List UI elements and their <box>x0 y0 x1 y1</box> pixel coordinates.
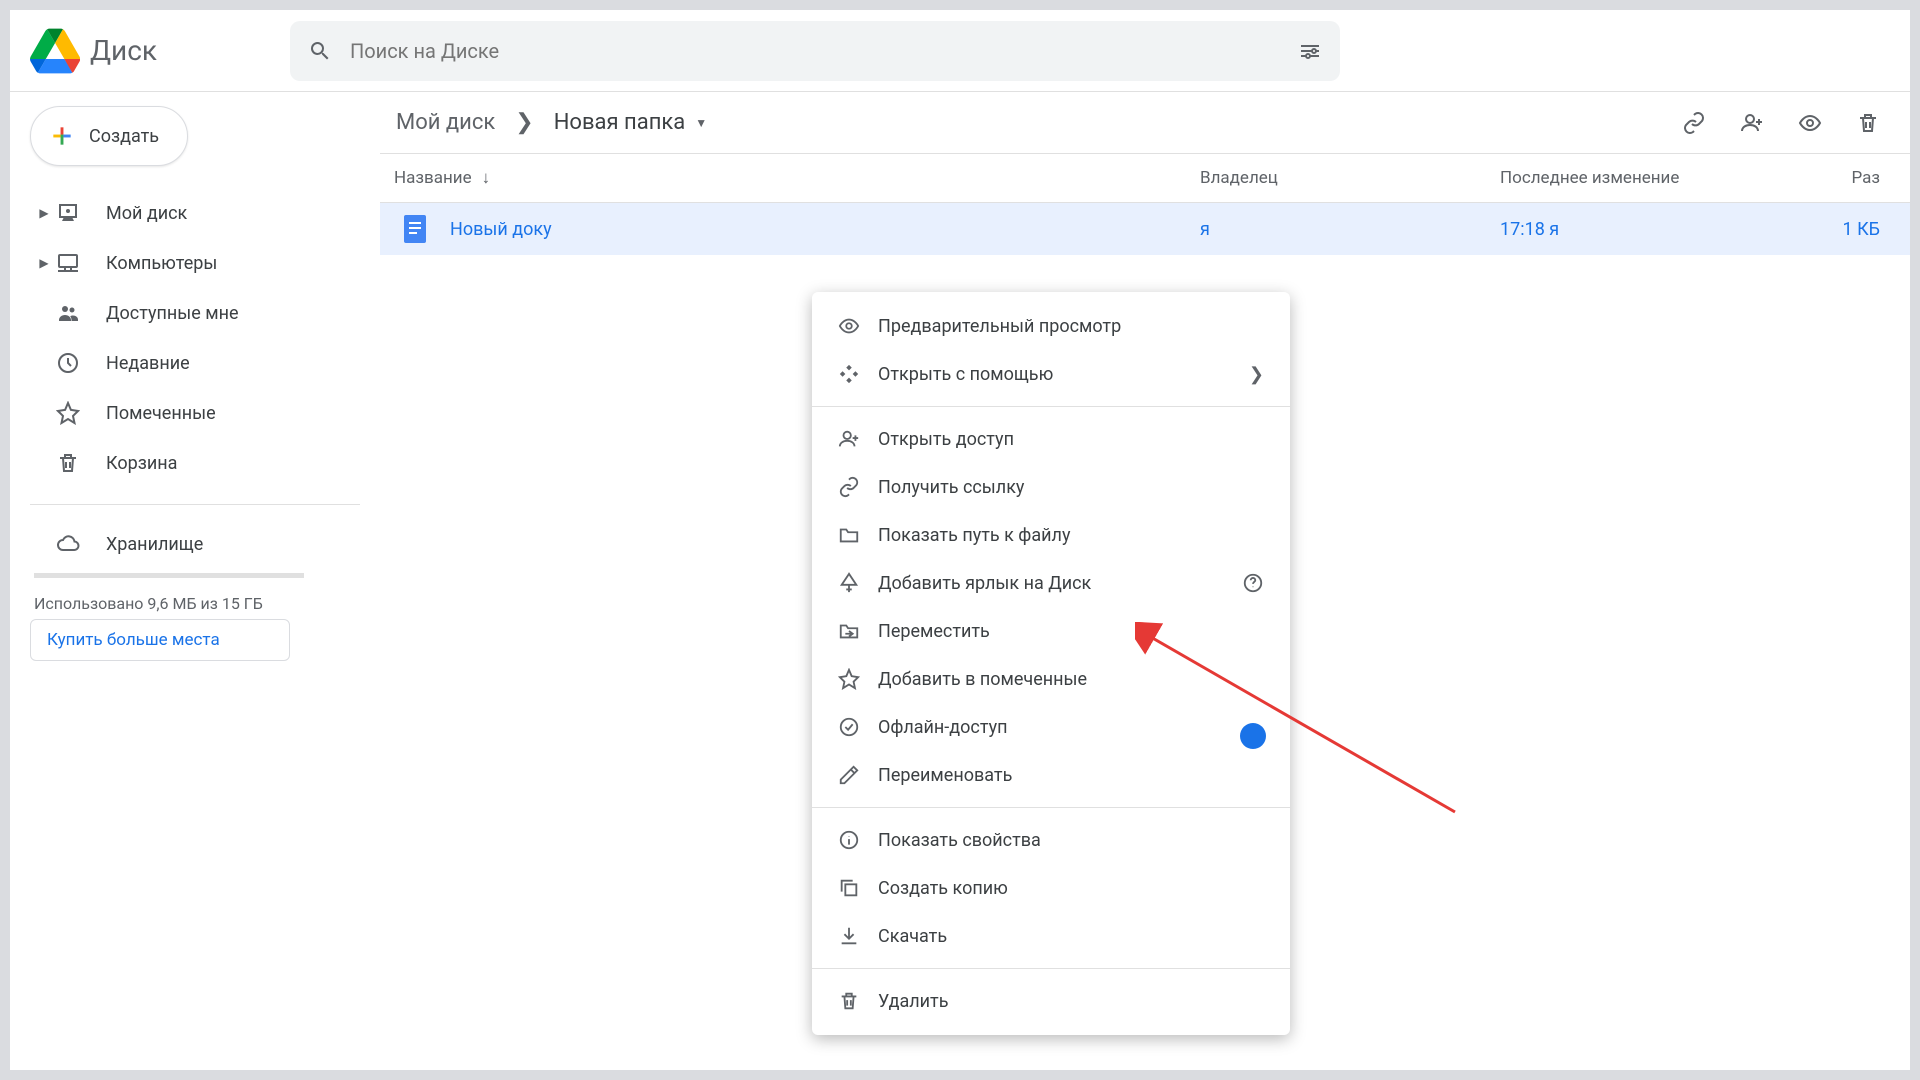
cm-offline[interactable]: Офлайн-доступ <box>812 703 1290 751</box>
caret-icon: ▶ <box>36 256 52 270</box>
info-icon <box>838 829 878 851</box>
nav-shared[interactable]: ▶ Доступные мне <box>30 288 380 338</box>
plus-icon <box>49 123 75 149</box>
cm-share[interactable]: Открыть доступ <box>812 415 1290 463</box>
crumb-root[interactable]: Мой диск <box>394 106 497 139</box>
link-icon[interactable] <box>1682 111 1706 135</box>
download-icon <box>838 925 878 947</box>
list-header: Название ↓ Владелец Последнее изменение … <box>380 153 1910 203</box>
my-drive-icon <box>52 201 84 225</box>
open-with-icon <box>838 363 878 385</box>
toolbar: Мой диск ❯ Новая папка ▼ <box>380 106 1910 153</box>
cm-preview[interactable]: Предварительный просмотр <box>812 302 1290 350</box>
nav-starred[interactable]: ▶ Помеченные <box>30 388 380 438</box>
search-filter-icon[interactable] <box>1298 39 1322 63</box>
breadcrumb: Мой диск ❯ Новая папка ▼ <box>394 106 709 139</box>
main-area: Мой диск ❯ Новая папка ▼ Назва <box>380 92 1910 1070</box>
create-label: Создать <box>89 126 159 147</box>
cm-rename[interactable]: Переименовать <box>812 751 1290 799</box>
chevron-down-icon: ▼ <box>695 116 707 130</box>
arrow-down-icon: ↓ <box>482 168 491 188</box>
cm-move[interactable]: Переместить <box>812 607 1290 655</box>
cm-open-with[interactable]: Открыть с помощью ❯ <box>812 350 1290 398</box>
trash-icon <box>52 451 84 475</box>
file-size: 1 КБ <box>1790 219 1880 240</box>
computers-icon <box>52 251 84 275</box>
sidebar: Создать ▶ Мой диск ▶ Компьютеры ▶ Доступ… <box>10 92 380 1070</box>
chevron-right-icon: ❯ <box>1249 364 1264 385</box>
nav-storage[interactable]: ▶ Хранилище <box>30 519 380 569</box>
eye-icon <box>838 315 878 337</box>
divider <box>30 504 360 505</box>
help-icon[interactable] <box>1242 572 1264 594</box>
trash-icon <box>838 990 878 1012</box>
col-name[interactable]: Название ↓ <box>394 168 1200 188</box>
chevron-right-icon: ❯ <box>515 110 533 135</box>
nav-list: ▶ Мой диск ▶ Компьютеры ▶ Доступные мне … <box>30 188 380 488</box>
search-icon <box>308 39 332 63</box>
add-shortcut-icon <box>838 572 878 594</box>
eye-icon[interactable] <box>1798 111 1822 135</box>
search-input[interactable] <box>350 39 1298 63</box>
cm-get-link[interactable]: Получить ссылку <box>812 463 1290 511</box>
drive-logo-icon <box>30 26 80 76</box>
logo-area[interactable]: Диск <box>30 26 290 76</box>
nav-trash[interactable]: ▶ Корзина <box>30 438 380 488</box>
context-menu: Предварительный просмотр Открыть с помощ… <box>812 292 1290 1035</box>
file-name: Новый доку <box>450 219 1200 240</box>
add-person-icon <box>838 428 878 450</box>
shared-icon <box>52 301 84 325</box>
crumb-current[interactable]: Новая папка ▼ <box>552 106 709 139</box>
add-person-icon[interactable] <box>1740 111 1764 135</box>
star-icon <box>52 401 84 425</box>
buy-storage-button[interactable]: Купить больше места <box>30 619 290 661</box>
storage-used-text: Использовано 9,6 МБ из 15 ГБ <box>30 588 280 619</box>
cm-download[interactable]: Скачать <box>812 912 1290 960</box>
doc-icon <box>404 215 432 243</box>
nav-my-drive[interactable]: ▶ Мой диск <box>30 188 380 238</box>
move-icon <box>838 620 878 642</box>
cm-details[interactable]: Показать свойства <box>812 816 1290 864</box>
star-icon <box>838 668 878 690</box>
file-owner: я <box>1200 219 1500 240</box>
cm-add-shortcut[interactable]: Добавить ярлык на Диск <box>812 559 1290 607</box>
file-row[interactable]: Новый доку я 17:18 я 1 КБ <box>380 203 1910 255</box>
offline-icon <box>838 716 878 738</box>
cloud-icon <box>52 532 84 556</box>
nav-recent[interactable]: ▶ Недавние <box>30 338 380 388</box>
rename-icon <box>838 764 878 786</box>
caret-icon: ▶ <box>36 206 52 220</box>
storage-bar <box>34 573 304 578</box>
col-modified[interactable]: Последнее изменение <box>1500 168 1790 188</box>
trash-icon[interactable] <box>1856 111 1880 135</box>
col-size[interactable]: Раз <box>1790 168 1880 188</box>
cm-add-star[interactable]: Добавить в помеченные <box>812 655 1290 703</box>
cm-show-path[interactable]: Показать путь к файлу <box>812 511 1290 559</box>
search-bar[interactable] <box>290 21 1340 81</box>
file-modified: 17:18 я <box>1500 219 1790 240</box>
link-icon <box>838 476 878 498</box>
folder-icon <box>838 524 878 546</box>
copy-icon <box>838 877 878 899</box>
cm-delete[interactable]: Удалить <box>812 977 1290 1025</box>
nav-computers[interactable]: ▶ Компьютеры <box>30 238 380 288</box>
recent-icon <box>52 351 84 375</box>
col-owner[interactable]: Владелец <box>1200 168 1500 188</box>
cm-copy[interactable]: Создать копию <box>812 864 1290 912</box>
product-name: Диск <box>90 34 157 67</box>
app-header: Диск <box>10 10 1910 92</box>
create-button[interactable]: Создать <box>30 106 188 166</box>
